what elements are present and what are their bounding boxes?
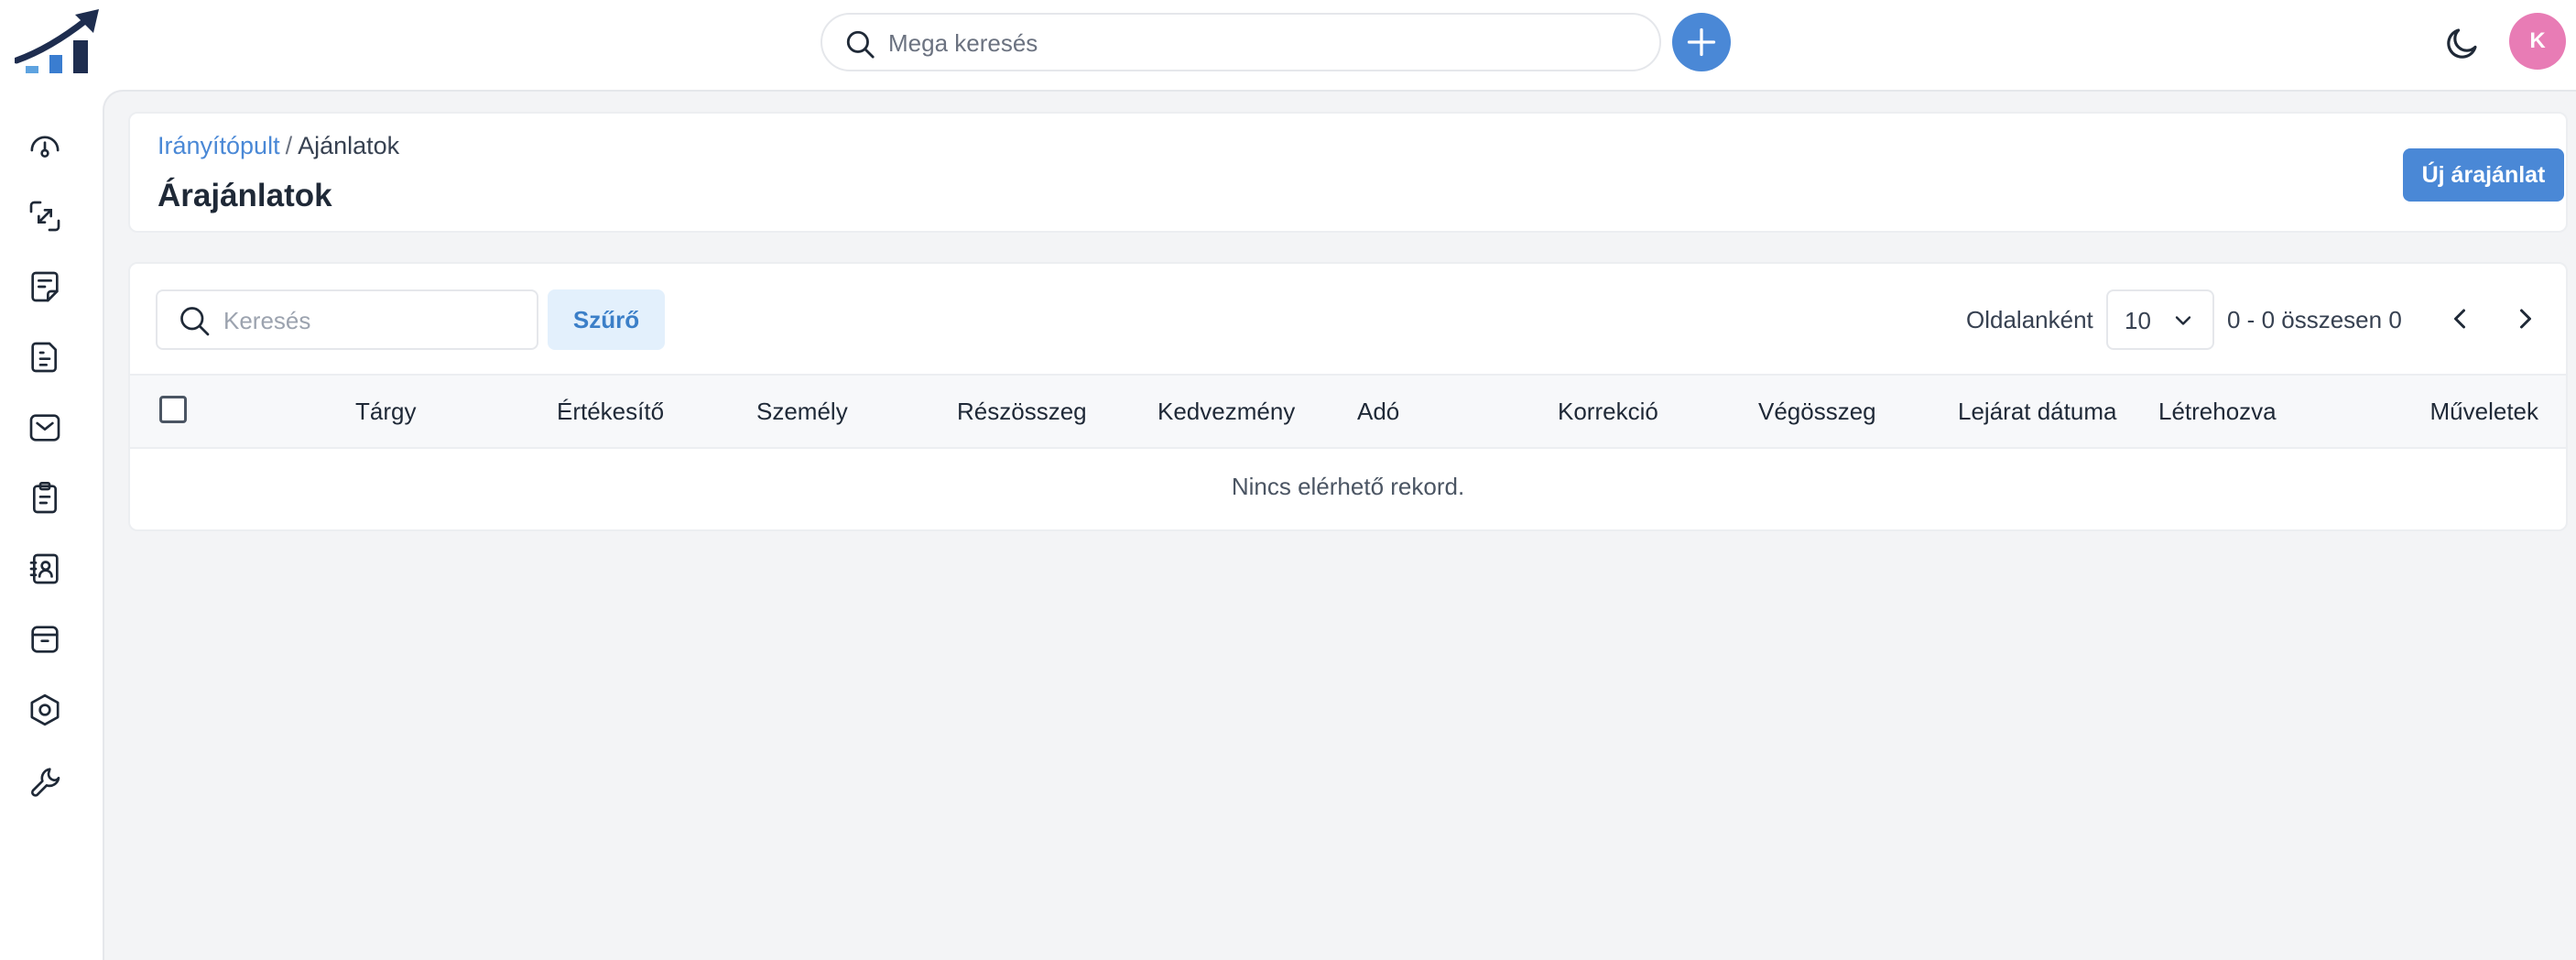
breadcrumb: Irányítópult / Ajánlatok [158, 132, 399, 160]
breadcrumb-current: Ajánlatok [298, 132, 400, 159]
dashboard-gauge-icon [30, 136, 60, 158]
settings-hexagon-icon [30, 693, 60, 726]
sidebar-item-deals[interactable] [24, 195, 66, 237]
mail-icon [29, 414, 60, 442]
filter-button[interactable]: Szűrő [548, 289, 665, 350]
sidebar-item-tools[interactable] [24, 759, 66, 802]
user-avatar[interactable]: K [2509, 13, 2566, 70]
column-header-adjustment[interactable]: Korrekció [1558, 398, 1658, 426]
growth-chart-logo-icon[interactable] [13, 9, 103, 77]
search-icon [180, 307, 210, 336]
column-header-tax[interactable]: Adó [1357, 398, 1399, 426]
mega-search-box[interactable] [821, 13, 1661, 71]
main-content: Irányítópult / Ajánlatok Árajánlatok Új ár… [103, 90, 2576, 960]
column-header-subtotal[interactable]: Részösszeg [957, 398, 1087, 426]
pagination-range: 0 - 0 összesen 0 [2227, 306, 2402, 333]
per-page-select[interactable]: 10 [2106, 289, 2214, 350]
moon-icon [2447, 28, 2477, 59]
plus-icon [1687, 27, 1716, 57]
quotes-table-card: Szűrő Oldalanként 10 0 - 0 összesen 0 Tá… [128, 262, 2568, 531]
note-document-icon [31, 271, 59, 302]
sidebar-item-settings[interactable] [24, 689, 66, 731]
per-page-value: 10 [2125, 307, 2151, 334]
column-header-subject[interactable]: Tárgy [355, 398, 416, 426]
deals-exchange-icon [29, 201, 60, 232]
sidebar [0, 90, 103, 960]
clipboard-icon [33, 482, 57, 514]
breadcrumb-link-dashboard[interactable]: Irányítópult [158, 132, 280, 159]
sidebar-item-mail[interactable] [24, 407, 66, 449]
wrench-icon [31, 768, 60, 797]
column-header-salesperson[interactable]: Értékesítő [557, 398, 664, 426]
select-all-checkbox[interactable] [159, 396, 187, 423]
sidebar-item-notes[interactable] [24, 266, 66, 308]
chevron-down-icon [2175, 316, 2191, 325]
sidebar-item-invoices[interactable] [24, 336, 66, 378]
chevron-right-icon [2520, 309, 2531, 329]
breadcrumb-separator: / [285, 132, 293, 159]
column-header-created[interactable]: Létrehozva [2158, 398, 2277, 426]
per-page-label: Oldalanként [1966, 306, 2093, 333]
sidebar-item-archive[interactable] [24, 618, 66, 660]
invoice-document-icon [31, 342, 58, 373]
chevron-left-icon [2454, 309, 2465, 329]
table-search-input[interactable] [222, 300, 527, 341]
empty-state-message: Nincs elérhető rekord. [1231, 473, 1465, 500]
quick-add-button[interactable] [1672, 13, 1731, 71]
table-header-row: Tárgy Értékesítő Személy Részösszeg Kedv… [130, 374, 2566, 449]
sidebar-item-contacts[interactable] [24, 548, 66, 590]
column-header-expiry-date[interactable]: Lejárat dátuma [1958, 398, 2116, 426]
mega-search-input[interactable] [886, 22, 1641, 64]
page-header-card: Irányítópult / Ajánlatok Árajánlatok Új ár… [128, 112, 2568, 233]
table-search-box[interactable] [156, 289, 538, 350]
column-header-actions: Műveletek [2429, 398, 2539, 425]
table-empty-row: Nincs elérhető rekord. [130, 449, 2566, 529]
column-header-grand-total[interactable]: Végösszeg [1758, 398, 1876, 426]
sidebar-item-tasks[interactable] [24, 477, 66, 519]
next-page-button[interactable] [2509, 300, 2542, 337]
search-icon [846, 30, 875, 59]
new-quote-button[interactable]: Új árajánlat [2403, 148, 2564, 202]
theme-toggle-button[interactable] [2443, 24, 2482, 62]
column-header-discount[interactable]: Kedvezmény [1158, 398, 1295, 426]
column-header-person[interactable]: Személy [756, 398, 848, 426]
sidebar-item-dashboard[interactable] [24, 125, 66, 167]
prev-page-button[interactable] [2443, 300, 2476, 337]
top-bar: K [0, 0, 2576, 90]
archive-box-icon [31, 626, 59, 653]
contacts-book-icon [29, 553, 59, 584]
page-title: Árajánlatok [158, 178, 332, 213]
